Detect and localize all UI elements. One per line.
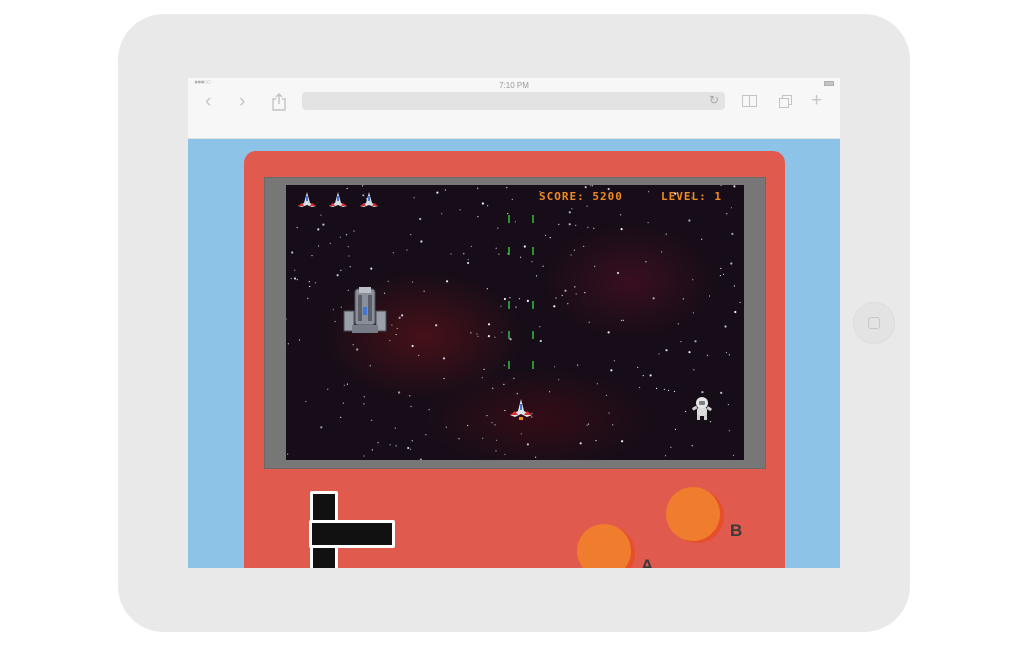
enemy-ship xyxy=(343,287,387,333)
b-button[interactable] xyxy=(666,487,720,541)
browser-toolbar: ●●●○○ 7:10 PM ‹ › ↻ + xyxy=(188,78,840,139)
game-console: SCORE: 5200 LEVEL: 1 B A xyxy=(244,151,785,568)
home-square-icon xyxy=(868,317,880,329)
tabs-icon[interactable] xyxy=(779,95,792,108)
dpad-center xyxy=(338,523,368,545)
reload-icon[interactable]: ↻ xyxy=(709,93,719,107)
back-chevron-icon[interactable]: ‹ xyxy=(205,92,211,112)
tablet-screen: ●●●○○ 7:10 PM ‹ › ↻ + SCORE: 5200 LEVEL:… xyxy=(188,78,840,568)
a-button-label: A xyxy=(641,556,654,568)
a-button[interactable] xyxy=(577,524,631,568)
bookmarks-icon[interactable] xyxy=(742,95,758,107)
home-button[interactable] xyxy=(853,302,895,344)
share-icon[interactable] xyxy=(272,93,286,111)
b-button-label: B xyxy=(730,521,743,540)
forward-chevron-icon[interactable]: › xyxy=(239,92,245,112)
status-time: 7:10 PM xyxy=(499,81,529,90)
url-bar[interactable]: ↻ xyxy=(302,92,725,110)
player-ship[interactable] xyxy=(508,398,534,420)
game-screen[interactable]: SCORE: 5200 LEVEL: 1 xyxy=(286,185,744,460)
astronaut-powerup xyxy=(692,397,712,420)
battery-icon xyxy=(824,81,834,86)
plus-icon[interactable]: + xyxy=(811,91,822,111)
